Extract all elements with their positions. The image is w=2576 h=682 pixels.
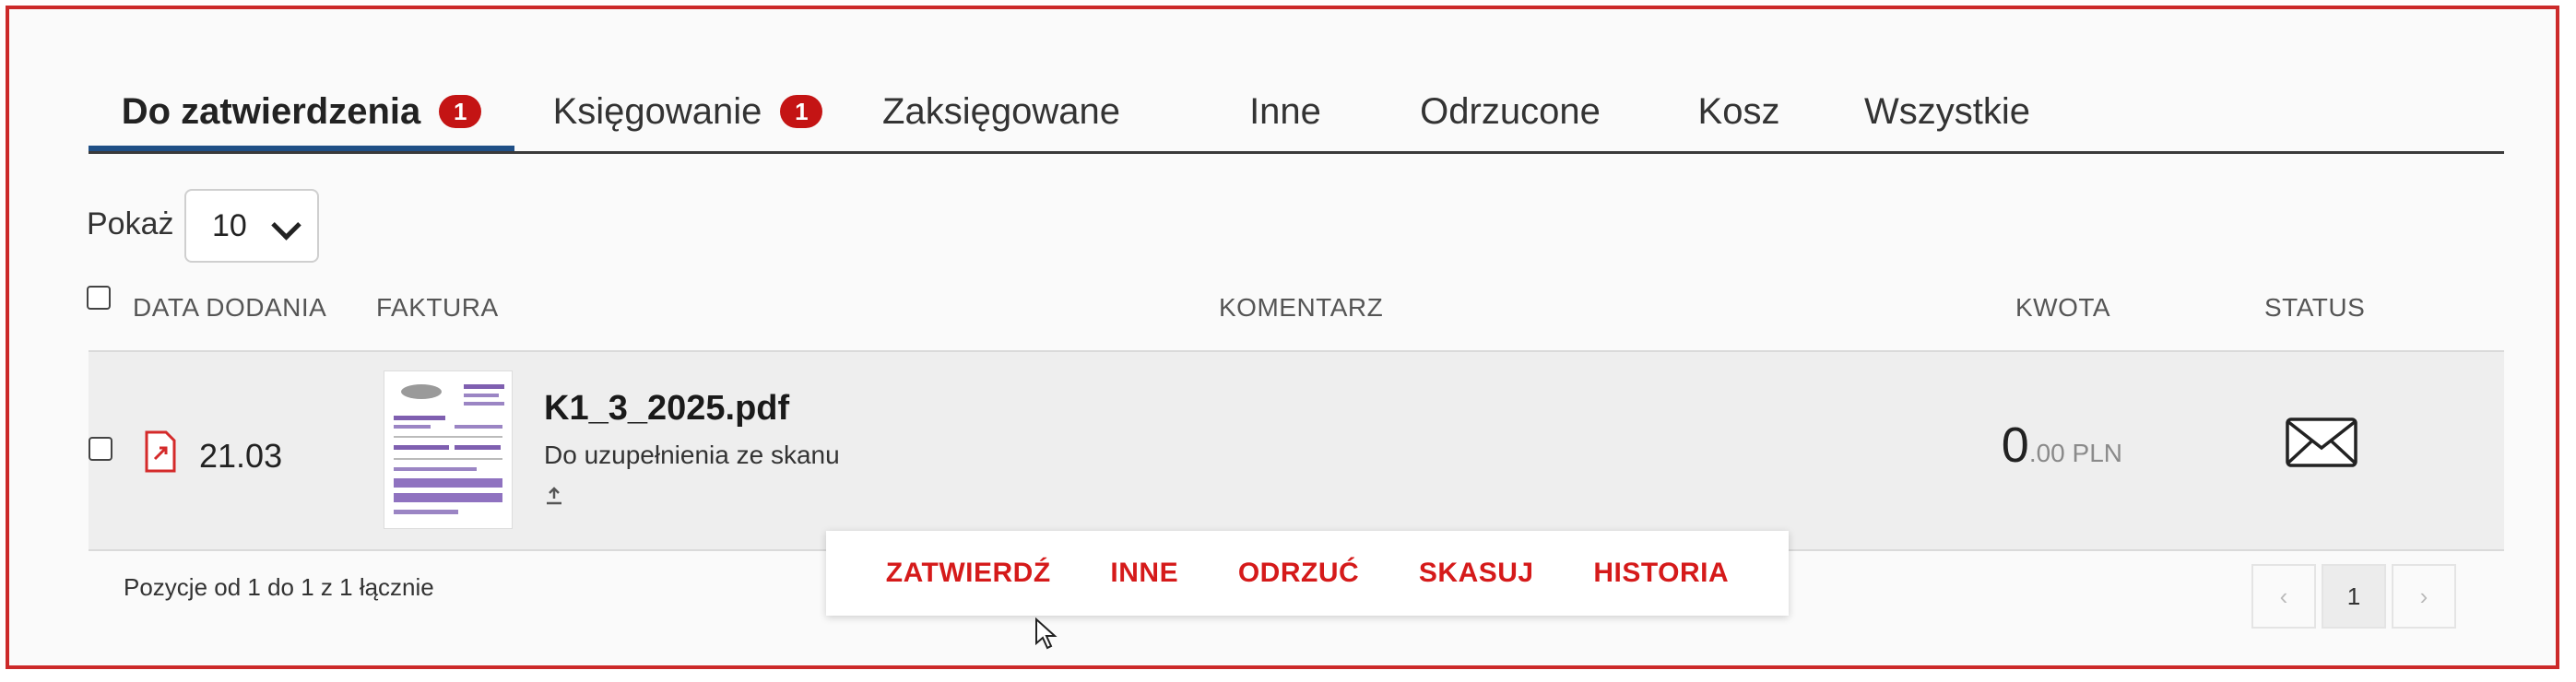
amount-integer: 0 [2001, 417, 2029, 473]
delete-button[interactable]: SKASUJ [1419, 558, 1534, 589]
table-row[interactable]: 21.03 K1_3_2025.pdf Do uzupełnienia ze s… [89, 350, 2504, 551]
tab-label: Wszystkie [1864, 90, 2030, 132]
show-label: Pokaż [87, 206, 174, 241]
column-date[interactable]: DATA DODANIA [133, 293, 326, 323]
row-date: 21.03 [199, 437, 283, 475]
tab-label: Zaksięgowane [882, 90, 1120, 132]
tab-label: Inne [1249, 90, 1321, 132]
page-1-button[interactable]: 1 [2322, 564, 2386, 629]
tab-zaksiegowane[interactable]: Zaksięgowane [863, 72, 1140, 151]
other-button[interactable]: INNE [1110, 558, 1178, 589]
envelope-icon[interactable] [2285, 417, 2358, 468]
amount: 0.00 PLN [2002, 417, 2122, 474]
page-number: 1 [2346, 582, 2361, 610]
tab-label: Odrzucone [1420, 90, 1601, 132]
column-status[interactable]: STATUS [2264, 293, 2365, 323]
tab-inne[interactable]: Inne [1221, 72, 1350, 151]
pdf-file-icon [145, 430, 176, 473]
tab-label: Księgowanie [552, 90, 762, 132]
pagination-summary: Pozycje od 1 do 1 z 1 łącznie [124, 573, 434, 601]
tab-ksiegowanie[interactable]: Księgowanie 1 [531, 72, 845, 151]
history-button[interactable]: HISTORIA [1593, 558, 1729, 589]
column-amount[interactable]: KWOTA [2015, 293, 2110, 323]
count-badge: 1 [439, 95, 482, 128]
column-comment[interactable]: KOMENTARZ [1219, 293, 1383, 323]
file-comment: Do uzupełnienia ze skanu [544, 441, 840, 469]
page-size-select[interactable]: 10 [184, 189, 319, 263]
column-invoice[interactable]: FAKTURA [376, 293, 499, 323]
page-frame: Do zatwierdzenia 1 Księgowanie 1 Zaksięg… [6, 6, 2559, 669]
action-bar: ZATWIERDŹ INNE ODRZUĆ SKASUJ HISTORIA [826, 531, 1789, 616]
chevron-down-icon [271, 210, 301, 241]
chevron-left-icon: ‹ [2279, 582, 2288, 610]
tab-odrzucone[interactable]: Odrzucone [1390, 72, 1630, 151]
tab-kosz[interactable]: Kosz [1674, 72, 1803, 151]
next-page-button[interactable]: › [2392, 564, 2456, 629]
select-all-checkbox[interactable] [87, 286, 111, 310]
tab-do-zatwierdzenia[interactable]: Do zatwierdzenia 1 [89, 72, 514, 151]
tab-bar: Do zatwierdzenia 1 Księgowanie 1 Zaksięg… [89, 72, 2504, 154]
upload-icon[interactable] [544, 486, 564, 506]
tab-wszystkie[interactable]: Wszystkie [1837, 72, 2058, 151]
page-size-value: 10 [212, 207, 247, 243]
chevron-right-icon: › [2419, 582, 2428, 610]
mouse-cursor-icon [1035, 617, 1058, 650]
prev-page-button[interactable]: ‹ [2251, 564, 2316, 629]
count-badge: 1 [780, 95, 823, 128]
reject-button[interactable]: ODRZUĆ [1238, 558, 1359, 589]
tab-label: Do zatwierdzenia [121, 90, 421, 132]
invoice-thumbnail[interactable] [384, 370, 513, 529]
file-name[interactable]: K1_3_2025.pdf [544, 389, 789, 429]
active-tab-indicator [89, 146, 514, 151]
amount-decimal: .00 PLN [2028, 439, 2122, 467]
row-checkbox[interactable] [89, 437, 112, 461]
approve-button[interactable]: ZATWIERDŹ [886, 558, 1051, 589]
tab-label: Kosz [1697, 90, 1780, 132]
